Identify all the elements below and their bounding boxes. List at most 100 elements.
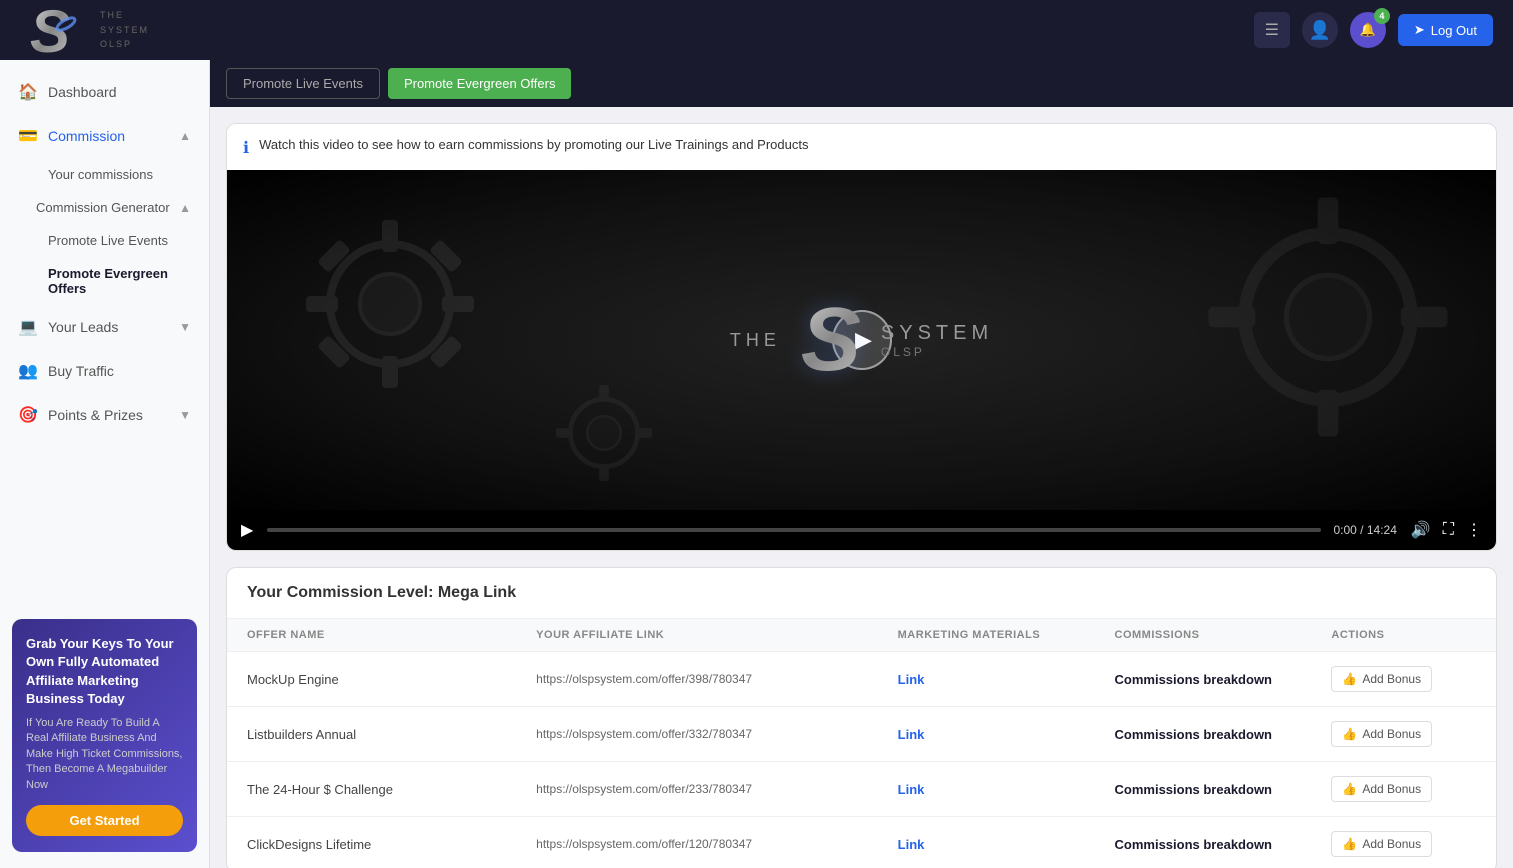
video-player[interactable]: THE S SYSTEM OLSP ▶ [227,170,1496,510]
offer-name: ClickDesigns Lifetime [247,837,536,852]
commission-generator-label: Commission Generator [36,200,170,215]
gear-left-icon [290,204,490,404]
content-area: Promote Live Events Promote Evergreen Of… [210,60,1513,868]
play-pause-button[interactable]: ▶ [239,518,255,542]
chevron-up-icon: ▲ [179,129,191,143]
sidebar-item-your-commissions[interactable]: Your commissions [0,158,209,191]
notice-text: Watch this video to see how to earn comm… [259,136,808,154]
promote-live-label: Promote Live Events [48,233,168,248]
commissions-breakdown[interactable]: Commissions breakdown [1115,837,1332,852]
affiliate-link: https://olspsystem.com/offer/120/780347 [536,837,897,851]
sidebar-item-promote-live[interactable]: Promote Live Events [0,224,209,257]
commission-icon: 💳 [18,126,38,146]
table-header: OFFER NAME YOUR AFFILIATE LINK MARKETING… [227,619,1496,652]
info-icon: ℹ [243,138,249,158]
promo-title: Grab Your Keys To Your Own Fully Automat… [26,635,183,708]
video-logo: THE S SYSTEM OLSP [730,295,993,385]
points-prizes-label: Points & Prizes [48,407,143,423]
th-marketing-materials: MARKETING MATERIALS [898,629,1115,641]
dashboard-label: Dashboard [48,84,117,100]
offer-name: MockUp Engine [247,672,536,687]
traffic-icon: 👥 [18,361,38,381]
marketing-link[interactable]: Link [898,727,1115,742]
thumb-icon: 👍 [1342,727,1357,741]
chevron-down-icon2: ▼ [179,320,191,334]
promo-get-started-button[interactable]: Get Started [26,805,183,836]
logout-label: Log Out [1431,23,1477,38]
logout-icon: ➤ [1414,22,1425,38]
tab-promote-evergreen-offers[interactable]: Promote Evergreen Offers [388,68,572,99]
notification-wrapper: 🔔 4 [1350,12,1386,48]
commissions-breakdown[interactable]: Commissions breakdown [1115,782,1332,797]
marketing-link[interactable]: Link [898,837,1115,852]
promote-evergreen-label: Promote Evergreen Offers [48,266,191,296]
volume-button[interactable]: 🔊 [1409,518,1433,542]
thumb-icon: 👍 [1342,782,1357,796]
table-row: MockUp Engine https://olspsystem.com/off… [227,652,1496,707]
table-row: ClickDesigns Lifetime https://olspsystem… [227,817,1496,868]
s-logo: S [801,295,861,385]
more-options-button[interactable]: ⋮ [1464,518,1484,542]
commissions-breakdown[interactable]: Commissions breakdown [1115,672,1332,687]
sidebar-item-promote-evergreen[interactable]: Promote Evergreen Offers [0,257,209,305]
fullscreen-button[interactable]: ⛶ [1441,519,1456,541]
commission-table-title: Your Commission Level: Mega Link [227,568,1496,619]
inner-content: ℹ Watch this video to see how to earn co… [210,107,1513,868]
video-section: ℹ Watch this video to see how to earn co… [226,123,1497,551]
promo-card: Grab Your Keys To Your Own Fully Automat… [12,619,197,852]
affiliate-link: https://olspsystem.com/offer/233/780347 [536,782,897,796]
commission-label: Commission [48,128,125,144]
video-background: THE S SYSTEM OLSP ▶ [227,170,1496,510]
chevron-down-icon: ▲ [179,201,191,215]
th-commissions: COMMISSIONS [1115,629,1332,641]
menu-button[interactable]: ☰ [1254,12,1290,48]
table-row: Listbuilders Annual https://olspsystem.c… [227,707,1496,762]
time-display: 0:00 / 14:24 [1333,523,1396,537]
add-bonus-button[interactable]: 👍 Add Bonus [1331,666,1432,692]
video-notice: ℹ Watch this video to see how to earn co… [227,124,1496,170]
main-layout: 🏠 Dashboard 💳 Commission ▲ Your commissi… [0,60,1513,868]
logout-button[interactable]: ➤ Log Out [1398,14,1493,46]
commissions-breakdown[interactable]: Commissions breakdown [1115,727,1332,742]
sidebar-item-buy-traffic[interactable]: 👥 Buy Traffic [0,349,209,393]
commission-submenu: Your commissions Commission Generator ▲ … [0,158,209,305]
commission-table-section: Your Commission Level: Mega Link OFFER N… [226,567,1497,868]
your-leads-label: Your Leads [48,319,118,335]
logo-brand-text: THE SYSTEM OLSP [100,8,149,51]
affiliate-link: https://olspsystem.com/offer/398/780347 [536,672,897,686]
gear-right-icon [1198,187,1458,447]
sidebar-nav: 🏠 Dashboard 💳 Commission ▲ Your commissi… [0,60,209,609]
actions-cell: 👍 Add Bonus [1331,666,1476,692]
add-bonus-button[interactable]: 👍 Add Bonus [1331,831,1432,857]
affiliate-link: https://olspsystem.com/offer/332/780347 [536,727,897,741]
progress-bar[interactable] [267,528,1321,532]
video-controls: ▶ 0:00 / 14:24 🔊 ⛶ ⋮ [227,510,1496,550]
tab-promote-live-events[interactable]: Promote Live Events [226,68,380,99]
the-text: THE [730,330,781,351]
avatar-button[interactable]: 👤 [1302,12,1338,48]
sidebar-item-commission[interactable]: 💳 Commission ▲ [0,114,209,158]
home-icon: 🏠 [18,82,38,102]
buy-traffic-label: Buy Traffic [48,363,114,379]
actions-cell: 👍 Add Bonus [1331,776,1476,802]
thumb-icon: 👍 [1342,837,1357,851]
sidebar-item-your-leads[interactable]: 💻 Your Leads ▼ [0,305,209,349]
offer-name: The 24-Hour $ Challenge [247,782,536,797]
thumb-icon: 👍 [1342,672,1357,686]
sidebar-item-points-prizes[interactable]: 🎯 Points & Prizes ▼ [0,393,209,437]
add-bonus-button[interactable]: 👍 Add Bonus [1331,721,1432,747]
marketing-link[interactable]: Link [898,672,1115,687]
notification-badge: 4 [1374,8,1390,24]
th-affiliate-link: YOUR AFFILIATE LINK [536,629,897,641]
table-row: The 24-Hour $ Challenge https://olspsyst… [227,762,1496,817]
actions-cell: 👍 Add Bonus [1331,831,1476,857]
sidebar-item-commission-generator[interactable]: Commission Generator ▲ [0,191,209,224]
marketing-link[interactable]: Link [898,782,1115,797]
tab-bar: Promote Live Events Promote Evergreen Of… [210,60,1513,107]
header: S THE SYSTEM OLSP ☰ 👤 🔔 4 ➤ Log Out [0,0,1513,60]
video-right-controls: 🔊 ⛶ ⋮ [1409,518,1484,542]
prizes-icon: 🎯 [18,405,38,425]
sidebar: 🏠 Dashboard 💳 Commission ▲ Your commissi… [0,60,210,868]
add-bonus-button[interactable]: 👍 Add Bonus [1331,776,1432,802]
sidebar-item-dashboard[interactable]: 🏠 Dashboard [0,70,209,114]
